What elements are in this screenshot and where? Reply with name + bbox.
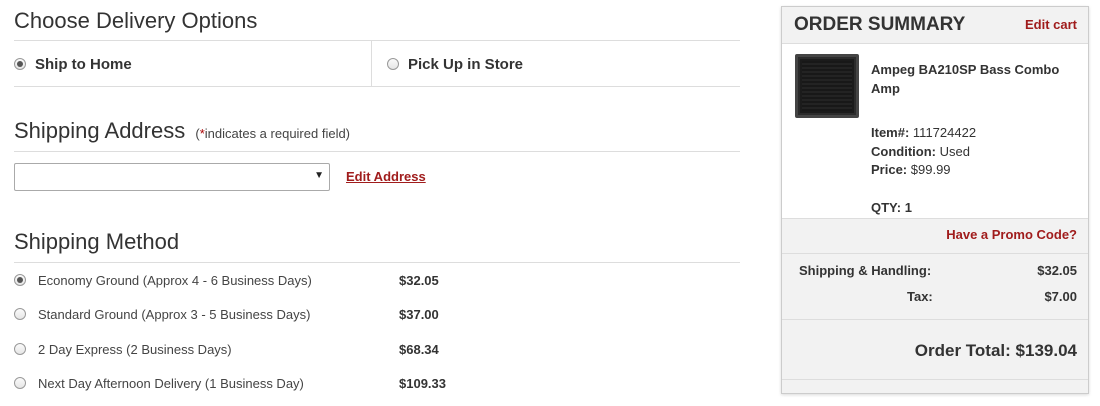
order-total: Order Total: $139.04 <box>915 341 1077 361</box>
item-quantity: QTY: 1 <box>871 200 912 215</box>
order-summary-title: ORDER SUMMARY <box>794 14 966 35</box>
shipping-method-label: Economy Ground (Approx 4 - 6 Business Da… <box>38 272 312 288</box>
shipping-handling-label: Shipping & Handling: <box>799 263 932 278</box>
amp-grille <box>802 61 852 111</box>
shipping-address-title: Shipping Address <box>14 118 186 143</box>
divider <box>14 86 740 87</box>
promo-code-link[interactable]: Have a Promo Code? <box>946 227 1077 242</box>
shipping-method-label: 2 Day Express (2 Business Days) <box>38 341 232 357</box>
item-price: Price: $99.99 <box>871 162 951 177</box>
shipping-method-label: Next Day Afternoon Delivery (1 Business … <box>38 375 304 391</box>
ship-to-home-option[interactable]: Ship to Home <box>14 41 132 87</box>
edit-address-link[interactable]: Edit Address <box>346 169 426 184</box>
required-note-text: indicates a required field) <box>204 126 351 141</box>
pick-up-in-store-radio[interactable] <box>387 58 399 70</box>
tax-label: Tax: <box>907 289 933 304</box>
divider <box>782 253 1088 254</box>
shipping-method-price: $68.34 <box>399 341 439 357</box>
economy-ground-radio[interactable] <box>14 274 26 286</box>
shipping-method-price: $32.05 <box>399 272 439 288</box>
shipping-method-heading: Shipping Method <box>14 229 180 254</box>
shipping-method-2day[interactable]: 2 Day Express (2 Business Days) $68.34 <box>14 337 740 361</box>
ship-to-home-radio[interactable] <box>14 58 26 70</box>
shipping-method-price: $37.00 <box>399 306 439 322</box>
shipping-handling-value: $32.05 <box>1037 263 1077 278</box>
item-number-value: 111724422 <box>912 125 977 140</box>
two-day-express-radio[interactable] <box>14 343 26 355</box>
order-summary-panel: ORDER SUMMARY Edit cart Ampeg BA210SP Ba… <box>781 6 1089 394</box>
delivery-options: Ship to Home Pick Up in Store <box>14 41 740 87</box>
product-image[interactable] <box>795 54 859 118</box>
item-number-label: Item#: <box>871 125 910 140</box>
order-total-label: Order Total: <box>914 341 1011 360</box>
shipping-address-select[interactable]: ▼ <box>14 163 330 191</box>
shipping-method-label: Standard Ground (Approx 3 - 5 Business D… <box>38 306 311 322</box>
product-name: Ampeg BA210SP Bass Combo Amp <box>871 62 1060 96</box>
dropdown-arrow-icon: ▼ <box>314 170 324 181</box>
next-day-afternoon-radio[interactable] <box>14 377 26 389</box>
required-field-note: (*indicates a required field) <box>195 126 350 141</box>
divider <box>371 41 372 87</box>
shipping-address-heading: Shipping Address (*indicates a required … <box>14 118 350 144</box>
shipping-method-next-day[interactable]: Next Day Afternoon Delivery (1 Business … <box>14 371 740 395</box>
divider <box>782 379 1088 380</box>
divider <box>782 319 1088 320</box>
standard-ground-radio[interactable] <box>14 308 26 320</box>
qty-value: 1 <box>904 200 912 215</box>
condition-label: Condition: <box>871 144 936 159</box>
price-label: Price: <box>871 162 908 177</box>
delivery-options-heading: Choose Delivery Options <box>14 8 258 33</box>
price-value: $99.99 <box>910 162 951 177</box>
qty-label: QTY: <box>871 200 902 215</box>
shipping-method-economy[interactable]: Economy Ground (Approx 4 - 6 Business Da… <box>14 268 740 292</box>
edit-cart-link[interactable]: Edit cart <box>1025 17 1077 32</box>
pick-up-in-store-label: Pick Up in Store <box>408 55 524 73</box>
item-number: Item#: 111724422 <box>871 125 976 140</box>
item-condition: Condition: Used <box>871 144 970 159</box>
cart-item: Ampeg BA210SP Bass Combo Amp Item#: 1117… <box>782 43 1088 219</box>
ship-to-home-label: Ship to Home <box>35 55 132 73</box>
pick-up-in-store-option[interactable]: Pick Up in Store <box>387 41 523 87</box>
shipping-method-standard[interactable]: Standard Ground (Approx 3 - 5 Business D… <box>14 302 740 326</box>
divider <box>14 151 740 152</box>
order-total-value: $139.04 <box>1015 341 1077 360</box>
condition-value: Used <box>939 144 970 159</box>
tax-value: $7.00 <box>1044 289 1077 304</box>
shipping-method-price: $109.33 <box>399 375 446 391</box>
divider <box>14 262 740 263</box>
order-summary-header: ORDER SUMMARY Edit cart <box>782 7 1088 43</box>
